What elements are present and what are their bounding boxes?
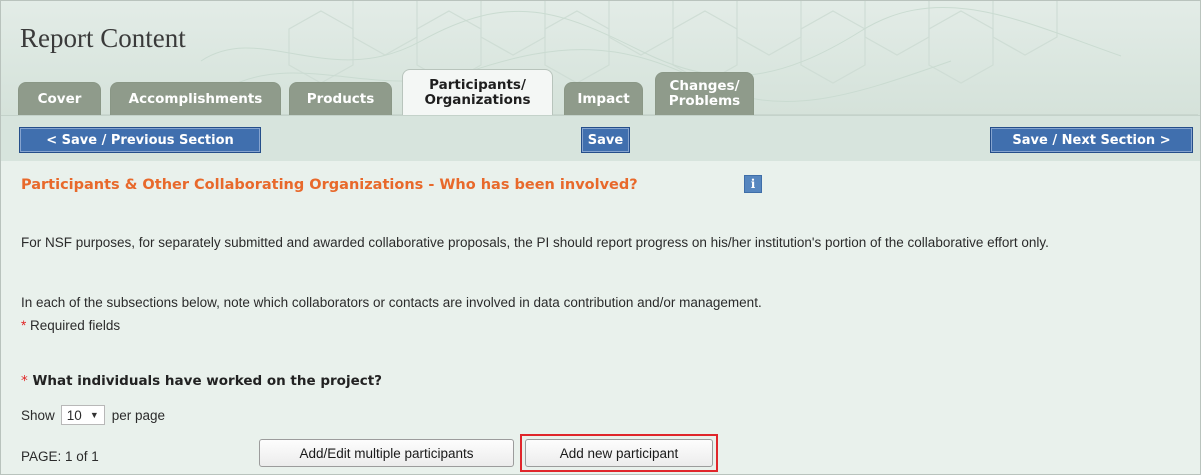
subsection-instructions: In each of the subsections below, note w… [21, 295, 762, 310]
add-edit-multiple-participants-button[interactable]: Add/Edit multiple participants [259, 439, 514, 467]
report-content-panel: Report Content Cover Accomplishments Pro… [0, 0, 1201, 475]
save-previous-section-button[interactable]: < Save / Previous Section [19, 127, 261, 153]
tab-participants-organizations[interactable]: Participants/ Organizations [402, 69, 553, 115]
chevron-down-icon: ▼ [89, 410, 99, 420]
tab-label-line2: Problems [668, 93, 741, 109]
tab-label-line2: Organizations [424, 91, 531, 108]
participants-question: * What individuals have worked on the pr… [21, 373, 382, 389]
tab-label: Cover [37, 90, 82, 107]
tab-label: Changes/ Problems [669, 79, 740, 109]
show-label: Show [21, 407, 55, 423]
tab-accomplishments[interactable]: Accomplishments [110, 82, 281, 115]
tab-products[interactable]: Products [289, 82, 392, 115]
section-tabs: Cover Accomplishments Products Participa… [18, 69, 1198, 115]
required-asterisk: * [21, 318, 27, 333]
per-page-label: per page [111, 407, 166, 423]
tab-label-line1: Participants/ [429, 76, 526, 93]
collaborative-note: For NSF purposes, for separately submitt… [21, 235, 1049, 250]
info-icon[interactable]: i [744, 175, 762, 193]
tab-label: Accomplishments [128, 90, 263, 107]
add-new-participant-button[interactable]: Add new participant [525, 439, 713, 467]
tab-label: Participants/ Organizations [424, 76, 531, 108]
per-page-value: 10 [66, 407, 82, 423]
section-heading: Participants & Other Collaborating Organ… [21, 177, 638, 193]
tab-label: Impact [577, 90, 630, 107]
required-asterisk: * [21, 373, 28, 389]
per-page-control: Show 10 ▼ per page [21, 404, 165, 426]
page-title: Report Content [20, 23, 186, 53]
required-fields-label: Required fields [30, 318, 121, 333]
participants-question-text: What individuals have worked on the proj… [32, 373, 383, 389]
per-page-select[interactable]: 10 ▼ [60, 405, 105, 425]
tab-changes-problems[interactable]: Changes/ Problems [655, 72, 754, 115]
save-button[interactable]: Save [581, 127, 630, 153]
required-fields-note: * Required fields [21, 314, 1186, 338]
save-next-section-button[interactable]: Save / Next Section > [990, 127, 1193, 153]
tab-label: Products [306, 90, 375, 107]
tab-impact[interactable]: Impact [564, 82, 643, 115]
report-header: Report Content Cover Accomplishments Pro… [1, 1, 1200, 115]
section-navigation-bar: < Save / Previous Section Save Save / Ne… [1, 115, 1200, 161]
tab-cover[interactable]: Cover [18, 82, 101, 115]
pagination-label: PAGE: 1 of 1 [21, 449, 99, 464]
tab-label-line1: Changes/ [669, 78, 740, 94]
